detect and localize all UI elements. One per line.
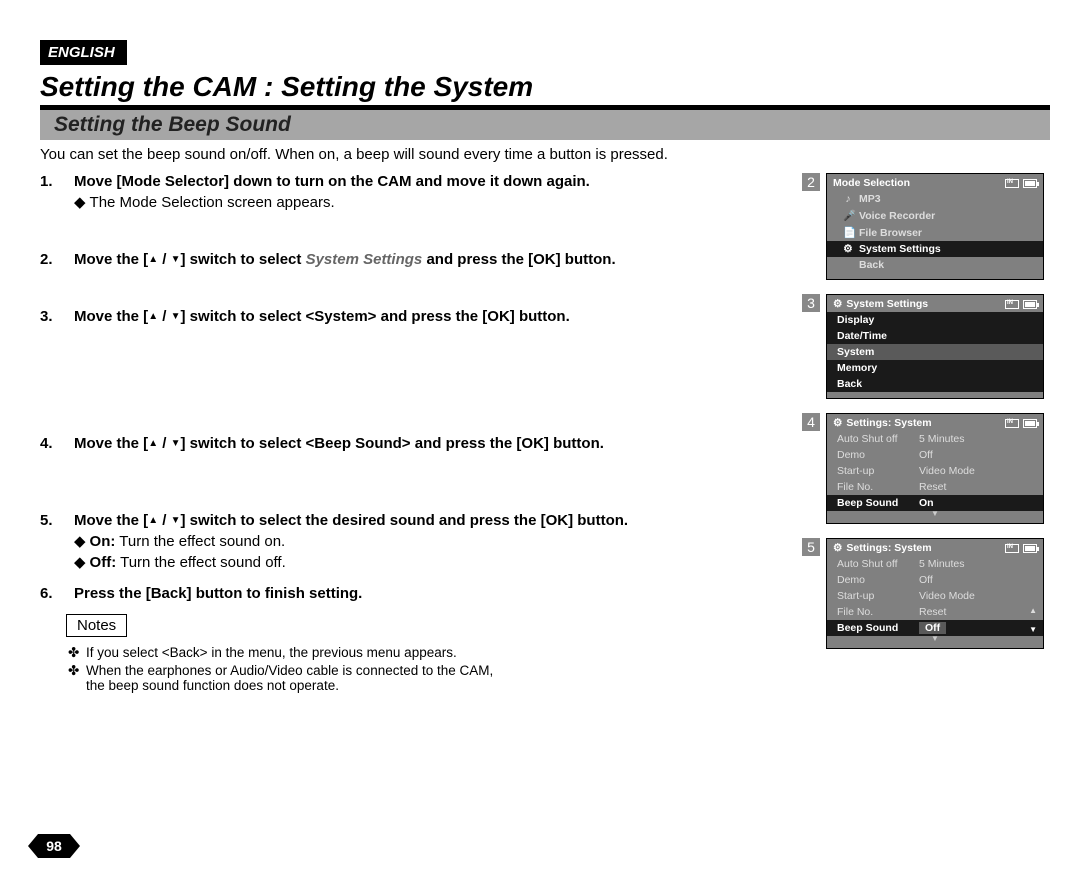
step-num: 5. <box>40 512 74 571</box>
step-num: 2. <box>40 251 74 268</box>
setting-row: Auto Shut off5 Minutes <box>827 556 1043 572</box>
section-title: Setting the Beep Sound <box>40 110 1050 140</box>
up-down-icon: / <box>148 251 180 268</box>
step-num: 4. <box>40 435 74 452</box>
setting-row: DemoOff <box>827 447 1043 463</box>
screen-mode-selection: Mode Selection ♪MP3 🎤Voice Recorder 📄Fil… <box>826 173 1044 280</box>
screen-title: Settings: System <box>846 542 931 554</box>
screen-title: Settings: System <box>846 417 931 429</box>
setting-row: Start-upVideo Mode <box>827 463 1043 479</box>
battery-icon <box>1023 544 1037 553</box>
menu-item: Memory <box>827 360 1043 376</box>
arrow-up-icon: ▲ <box>1029 606 1037 615</box>
screenshot-number: 5 <box>802 538 820 556</box>
screen-title: System Settings <box>846 298 928 310</box>
screenshot-5: 5 ⚙ Settings: System Auto Shut off5 Minut… <box>802 538 1050 649</box>
screenshot-number: 3 <box>802 294 820 312</box>
step-num: 3. <box>40 308 74 325</box>
setting-row: File No.Reset <box>827 479 1043 495</box>
screen-settings-system: ⚙ Settings: System Auto Shut off5 Minutes… <box>826 413 1044 524</box>
step-text: Move the [ / ] switch to select <Beep So… <box>74 435 604 452</box>
screen-system-settings: ⚙ System Settings Display Date/Time Syste… <box>826 294 1044 399</box>
step-text: Move [Mode Selector] down to turn on the… <box>74 173 590 190</box>
option-on: ◆On: Turn the effect sound on. <box>74 532 628 550</box>
step-4: 4. Move the [ / ] switch to select <Beep… <box>40 435 786 452</box>
setting-row: File No.Reset▲ <box>827 604 1043 620</box>
screen-title: Mode Selection <box>833 177 910 189</box>
step-num: 6. <box>40 585 74 602</box>
screenshot-3: 3 ⚙ System Settings Display Date/Time Sys… <box>802 294 1050 399</box>
language-tag: ENGLISH <box>40 40 127 65</box>
screenshot-number: 2 <box>802 173 820 191</box>
note-item: ✤If you select <Back> in the menu, the p… <box>68 645 786 661</box>
notes-label: Notes <box>66 614 127 637</box>
battery-icon <box>1023 300 1037 309</box>
setting-row: Start-upVideo Mode <box>827 588 1043 604</box>
menu-item: Display <box>827 312 1043 328</box>
up-down-icon: / <box>148 308 180 325</box>
page-number: 98 <box>38 834 70 858</box>
gear-icon: ⚙ <box>833 417 842 429</box>
card-icon <box>1005 300 1019 309</box>
step-text: Move the [ / ] switch to select System S… <box>74 251 616 268</box>
card-icon <box>1005 179 1019 188</box>
menu-item: Date/Time <box>827 328 1043 344</box>
option-off: ◆Off: Turn the effect sound off. <box>74 553 628 571</box>
screenshot-number: 4 <box>802 413 820 431</box>
screenshot-2: 2 Mode Selection ♪MP3 🎤Voice Recorder 📄F… <box>802 173 1050 280</box>
step-sub: ◆The Mode Selection screen appears. <box>74 193 590 211</box>
screen-settings-system: ⚙ Settings: System Auto Shut off5 Minutes… <box>826 538 1044 649</box>
card-icon <box>1005 544 1019 553</box>
battery-icon <box>1023 179 1037 188</box>
screenshot-4: 4 ⚙ Settings: System Auto Shut off5 Minut… <box>802 413 1050 524</box>
gear-icon: ⚙ <box>843 243 853 255</box>
menu-item: 📄File Browser <box>827 224 1043 241</box>
scroll-down-icon: ▼ <box>827 636 1043 642</box>
card-icon <box>1005 419 1019 428</box>
page-title: Setting the CAM : Setting the System <box>40 71 1050 110</box>
screenshots-column: 2 Mode Selection ♪MP3 🎤Voice Recorder 📄F… <box>802 173 1050 695</box>
setting-row: DemoOff <box>827 572 1043 588</box>
setting-row: Auto Shut off5 Minutes <box>827 431 1043 447</box>
steps-column: 1. Move [Mode Selector] down to turn on … <box>40 173 802 695</box>
step-text: Press the [Back] button to finish settin… <box>74 585 362 602</box>
step-num: 1. <box>40 173 74 211</box>
step-2: 2. Move the [ / ] switch to select Syste… <box>40 251 786 268</box>
step-text: Move the [ / ] switch to select the desi… <box>74 512 628 529</box>
setting-row-selected: Beep SoundOff▼ <box>827 620 1043 636</box>
menu-item: ♪MP3 <box>827 191 1043 207</box>
arrow-down-icon: ▼ <box>1029 625 1037 634</box>
battery-icon <box>1023 419 1037 428</box>
up-down-icon: / <box>148 435 180 452</box>
step-6: 6. Press the [Back] button to finish set… <box>40 585 786 602</box>
step-1: 1. Move [Mode Selector] down to turn on … <box>40 173 786 211</box>
file-icon: 📄 <box>843 226 853 239</box>
up-down-icon: / <box>148 512 180 529</box>
menu-item: Back <box>827 257 1043 273</box>
gear-icon: ⚙ <box>833 542 842 554</box>
step-5: 5. Move the [ / ] switch to select the d… <box>40 512 786 571</box>
music-icon: ♪ <box>843 193 853 205</box>
mic-icon: 🎤 <box>843 209 853 222</box>
menu-item-selected: ⚙System Settings <box>827 241 1043 257</box>
intro-text: You can set the beep sound on/off. When … <box>40 146 1050 163</box>
scroll-down-icon: ▼ <box>827 511 1043 517</box>
menu-item: Back <box>827 376 1043 392</box>
menu-item-selected: System <box>827 344 1043 360</box>
step-text: Move the [ / ] switch to select <System>… <box>74 308 570 325</box>
manual-page: ENGLISH Setting the CAM : Setting the Sy… <box>0 0 1080 880</box>
note-item: ✤When the earphones or Audio/Video cable… <box>68 663 786 693</box>
gear-icon: ⚙ <box>833 298 842 310</box>
step-3: 3. Move the [ / ] switch to select <Syst… <box>40 308 786 325</box>
menu-item: 🎤Voice Recorder <box>827 207 1043 224</box>
notes-list: ✤If you select <Back> in the menu, the p… <box>40 645 786 693</box>
